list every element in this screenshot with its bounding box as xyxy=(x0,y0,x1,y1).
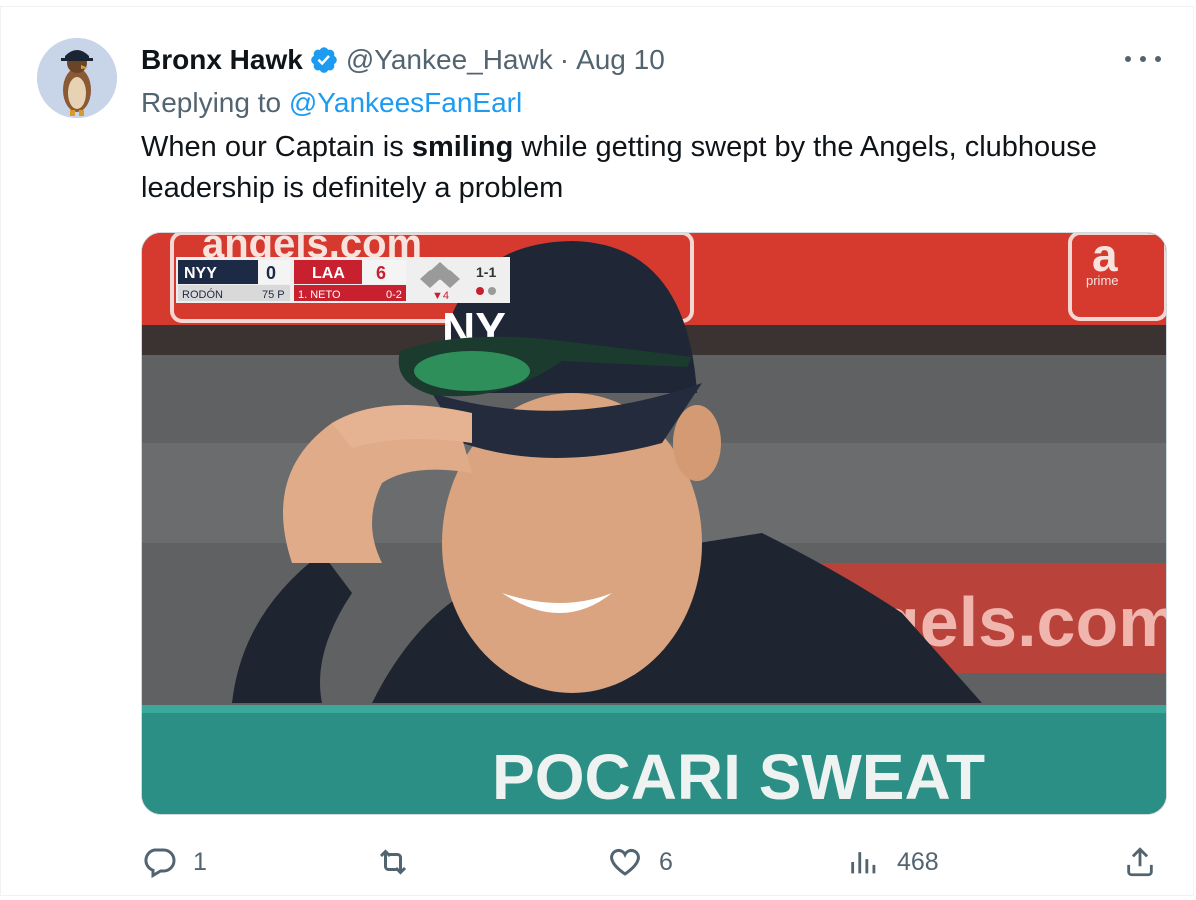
dot-icon xyxy=(1125,56,1131,62)
tweet-text-part: When our Captain is xyxy=(141,131,412,163)
tweet-actions: 1 6 468 xyxy=(141,842,1171,882)
views-chart-icon xyxy=(851,852,876,874)
like-button[interactable]: 6 xyxy=(607,842,673,882)
reply-icon xyxy=(144,848,176,879)
scoreboard: NYY 0 LAA 6 RODÓN 75 P 1. NETO 0-2 ▼4 1-… xyxy=(176,257,510,303)
dot-icon xyxy=(1155,56,1161,62)
hawk-avatar-icon xyxy=(37,38,117,118)
banner-text: POCARI SWEAT xyxy=(492,741,985,813)
retweet-button[interactable] xyxy=(375,842,427,882)
dot-icon xyxy=(1140,56,1146,62)
replying-prefix: Replying to xyxy=(141,87,289,118)
reply-mention-link[interactable]: @YankeesFanEarl xyxy=(289,87,522,118)
separator-dot: · xyxy=(559,44,570,75)
home-team: LAA xyxy=(312,265,345,282)
tweet-date[interactable]: Aug 10 xyxy=(576,44,665,76)
away-team: NYY xyxy=(184,265,217,282)
batter: 1. NETO xyxy=(298,289,341,301)
views-count: 468 xyxy=(897,847,939,876)
retweet-icon xyxy=(379,849,407,875)
author-avatar[interactable] xyxy=(37,38,117,118)
heart-icon xyxy=(610,848,640,876)
share-icon xyxy=(1127,847,1153,877)
tweet-text: When our Captain is smiling while gettin… xyxy=(141,127,1171,209)
verified-badge-icon xyxy=(311,47,337,73)
photo-image: angels.com a prime gels.com NY NYY 0 LAA… xyxy=(142,233,1166,814)
reply-button[interactable]: 1 xyxy=(141,842,207,882)
count: 1-1 xyxy=(476,264,496,280)
pitcher: RODÓN xyxy=(182,288,223,301)
tweet-text-part: while getting swept by the Angels, clubh… xyxy=(513,131,1097,163)
replying-to: Replying to @YankeesFanEarl xyxy=(141,87,522,119)
share-button[interactable] xyxy=(1123,842,1157,882)
tweet-photo[interactable]: angels.com a prime gels.com NY NYY 0 LAA… xyxy=(141,232,1167,815)
home-score: 6 xyxy=(376,263,386,283)
away-score: 0 xyxy=(266,263,276,283)
author-handle[interactable]: @Yankee_Hawk xyxy=(346,44,553,76)
reply-count: 1 xyxy=(193,847,207,876)
tweet-text-bold: smiling xyxy=(411,131,514,163)
more-options-icon[interactable] xyxy=(1125,47,1161,71)
views-button[interactable]: 468 xyxy=(847,842,939,882)
batter-line: 0-2 xyxy=(386,289,402,301)
author-name[interactable]: Bronx Hawk xyxy=(141,44,303,76)
tweet-card[interactable]: Bronx Hawk @Yankee_Hawk · Aug 10 Replyin… xyxy=(0,6,1194,896)
pitch-count: 75 P xyxy=(262,289,285,301)
tweet-text-line2: leadership is definitely a problem xyxy=(141,172,564,204)
like-count: 6 xyxy=(659,847,673,876)
inning: ▼4 xyxy=(432,290,449,302)
sign-prime: prime xyxy=(1086,273,1119,288)
tweet-header: Bronx Hawk @Yankee_Hawk · Aug 10 xyxy=(141,43,665,77)
